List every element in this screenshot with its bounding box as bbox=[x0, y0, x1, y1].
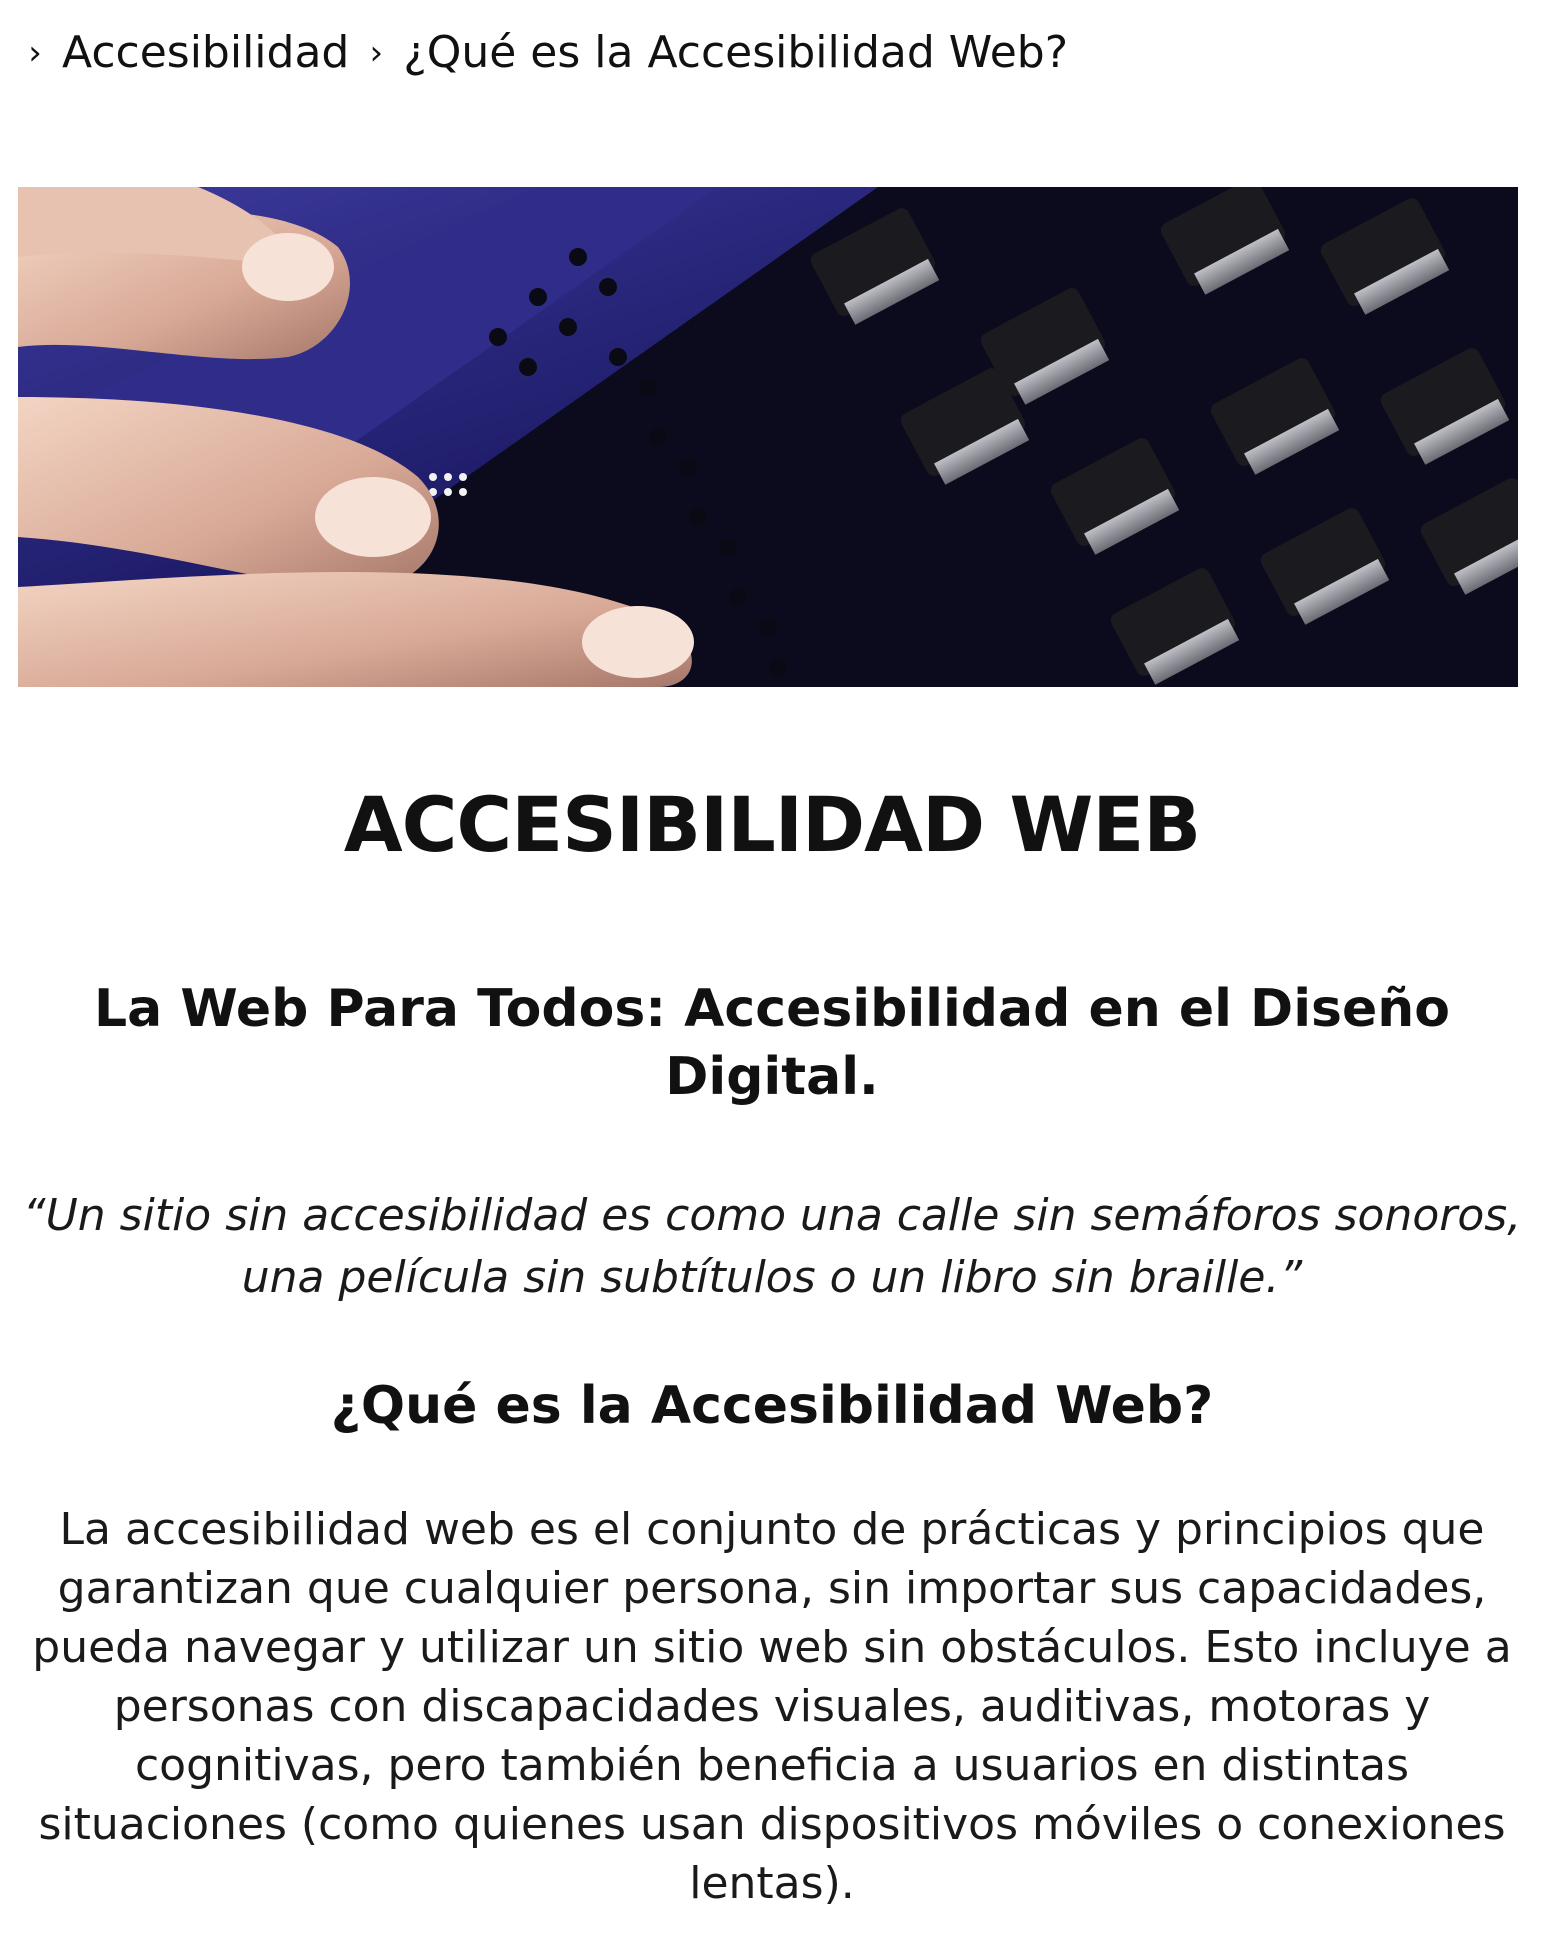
hero-image bbox=[18, 187, 1518, 687]
breadcrumb-link-accesibilidad[interactable]: Accesibilidad bbox=[62, 22, 349, 84]
quote: “Un sitio sin accesibilidad es como una … bbox=[22, 1190, 1522, 1303]
breadcrumb-current: ¿Qué es la Accesibilidad Web? bbox=[403, 27, 1069, 78]
chevron-right-icon: › bbox=[369, 33, 384, 73]
page-title: ACCESIBILIDAD WEB bbox=[343, 780, 1201, 869]
section-heading: ¿Qué es la Accesibilidad Web? bbox=[330, 1376, 1214, 1436]
subtitle: La Web Para Todos: Accesibilidad en el D… bbox=[94, 979, 1450, 1107]
breadcrumb: › Accesibilidad › ¿Qué es la Accesibilid… bbox=[22, 22, 1068, 84]
chevron-right-icon: › bbox=[28, 33, 42, 73]
section-body: La accesibilidad web es el conjunto de p… bbox=[32, 1504, 1512, 1909]
